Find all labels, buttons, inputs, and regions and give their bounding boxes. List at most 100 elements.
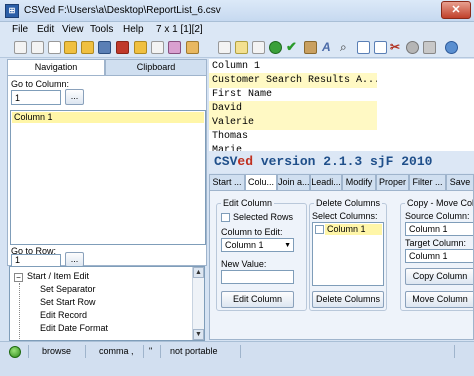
delete-column-checkbox[interactable]: [315, 225, 324, 234]
tab-save[interactable]: Save: [446, 174, 474, 190]
toolbar: ✔ A ⌕ ✂: [0, 38, 474, 58]
tree-item-edit-date-format[interactable]: Edit Date Format: [40, 323, 108, 333]
table-row[interactable]: Column 1: [209, 59, 474, 74]
open-icon[interactable]: [14, 41, 27, 54]
help-icon[interactable]: [374, 41, 387, 54]
tab-column[interactable]: Colu...: [245, 174, 277, 190]
status-divider: [85, 345, 86, 358]
new-icon[interactable]: [31, 41, 44, 54]
column-list[interactable]: Column 1: [10, 110, 206, 245]
scroll-up-icon[interactable]: ▲: [193, 267, 204, 278]
close-button[interactable]: ✕: [441, 1, 471, 19]
delete-columns-button[interactable]: Delete Columns: [312, 291, 384, 308]
column-operations-panel: Edit Column Selected Rows Column to Edit…: [209, 190, 474, 340]
table-row[interactable]: Valerie: [209, 115, 474, 130]
menu-edit[interactable]: Edit: [37, 24, 54, 35]
grid-cell[interactable]: Column 1: [212, 59, 377, 74]
delete-columns-list[interactable]: Column 1: [312, 222, 384, 286]
tab-clipboard[interactable]: Clipboard: [105, 59, 207, 75]
font-icon[interactable]: [252, 41, 265, 54]
tree-collapse-icon[interactable]: −: [14, 273, 23, 282]
grid-empty-area: [377, 115, 474, 130]
table-icon[interactable]: [81, 41, 94, 54]
accept-icon[interactable]: [186, 41, 199, 54]
record-icon[interactable]: [406, 41, 419, 54]
title-bar: ⊞ CSVed F:\Users\a\Desktop\ReportList_6.…: [0, 0, 474, 22]
grid-cell[interactable]: Valerie: [212, 115, 377, 130]
new-value-label: New Value:: [221, 259, 267, 269]
tab-modify[interactable]: Modify: [342, 174, 376, 190]
check-icon[interactable]: [168, 41, 181, 54]
view-icon[interactable]: ✔: [286, 40, 299, 54]
table-row[interactable]: First Name: [209, 87, 474, 102]
source-column-select[interactable]: Column 1: [405, 222, 473, 236]
scroll-down-icon[interactable]: ▼: [193, 329, 204, 340]
undo-icon[interactable]: [218, 41, 231, 54]
image-icon[interactable]: [151, 41, 164, 54]
status-mode: browse: [42, 346, 72, 356]
move-column-button[interactable]: Move Column: [405, 291, 473, 308]
column-to-edit-select[interactable]: Column 1 ▼: [221, 238, 294, 252]
status-divider: [240, 345, 241, 358]
delete-icon[interactable]: ⌕: [340, 41, 353, 54]
target-column-select[interactable]: Column 1: [405, 249, 473, 263]
new-value-input[interactable]: [221, 270, 294, 284]
tab-properties[interactable]: Proper: [376, 174, 409, 190]
edit-column-button[interactable]: Edit Column: [221, 291, 294, 308]
tab-start[interactable]: Start ...: [209, 174, 245, 190]
go-to-column-input[interactable]: 1: [11, 90, 61, 105]
copy-move-group: Copy - Move Colu Source Column: Column 1…: [400, 198, 473, 311]
status-divider: [143, 345, 144, 358]
selected-rows-checkbox[interactable]: [221, 213, 230, 222]
go-to-column-button[interactable]: ...: [65, 89, 84, 105]
nav-tabs: Navigation Clipboard: [7, 59, 207, 75]
tab-leading[interactable]: Leadi...: [310, 174, 342, 190]
grid-cell[interactable]: Thomas: [212, 129, 377, 144]
menu-help[interactable]: Help: [123, 24, 144, 35]
zoom-icon[interactable]: [269, 41, 282, 54]
tools-icon[interactable]: A: [322, 41, 335, 54]
action-tree: − Start / Item Edit Set Separator Set St…: [9, 266, 205, 341]
menu-file[interactable]: File: [12, 24, 28, 35]
grid-empty-area: [377, 73, 474, 88]
grid-view-icon[interactable]: [423, 41, 436, 54]
column-list-item[interactable]: Column 1: [12, 112, 204, 123]
settings-icon[interactable]: [357, 41, 370, 54]
save-icon[interactable]: [48, 41, 61, 54]
status-divider: [28, 345, 29, 358]
navigation-panel: Navigation Clipboard Go to Column: 1 ...…: [7, 59, 207, 341]
table-row[interactable]: Thomas: [209, 129, 474, 144]
edit-icon[interactable]: [98, 41, 111, 54]
tab-join[interactable]: Join a...: [277, 174, 310, 190]
data-grid[interactable]: Column 1 Customer Search Results A... Fi…: [209, 59, 474, 156]
tree-item-set-separator[interactable]: Set Separator: [40, 284, 96, 294]
status-indicator-icon: [9, 346, 21, 358]
tab-filter[interactable]: Filter ...: [409, 174, 446, 190]
tree-item-start-item-edit[interactable]: Start / Item Edit: [27, 271, 89, 281]
go-to-column-label: Go to Column:: [11, 79, 70, 89]
folder-icon[interactable]: [64, 41, 77, 54]
delete-columns-group: Delete Columns Select Columns: Column 1 …: [309, 198, 387, 311]
grid-cell[interactable]: Customer Search Results A...: [212, 73, 377, 88]
table-row[interactable]: David: [209, 101, 474, 116]
grid-cell[interactable]: David: [212, 101, 377, 116]
menu-tools[interactable]: Tools: [90, 24, 113, 35]
grid-cell[interactable]: First Name: [212, 87, 377, 102]
copy-icon[interactable]: [134, 41, 147, 54]
go-to-row-button[interactable]: ...: [65, 252, 84, 267]
delete-column-item[interactable]: Column 1: [325, 224, 382, 235]
info-icon[interactable]: [445, 41, 458, 54]
menu-bar: File Edit View Tools Help 7 x 1 [1][2]: [0, 22, 474, 38]
target-column-label: Target Column:: [405, 238, 467, 248]
redo-icon[interactable]: [235, 41, 248, 54]
grid-icon[interactable]: [304, 41, 317, 54]
copy-column-button[interactable]: Copy Column: [405, 268, 473, 285]
tree-item-set-start-row[interactable]: Set Start Row: [40, 297, 96, 307]
paste-icon[interactable]: [116, 41, 129, 54]
tree-item-edit-record[interactable]: Edit Record: [40, 310, 87, 320]
tree-scrollbar[interactable]: ▲ ▼: [192, 267, 204, 340]
cut-icon[interactable]: ✂: [390, 41, 403, 54]
table-row[interactable]: Customer Search Results A...: [209, 73, 474, 88]
tab-navigation[interactable]: Navigation: [7, 59, 105, 75]
menu-view[interactable]: View: [62, 24, 84, 35]
